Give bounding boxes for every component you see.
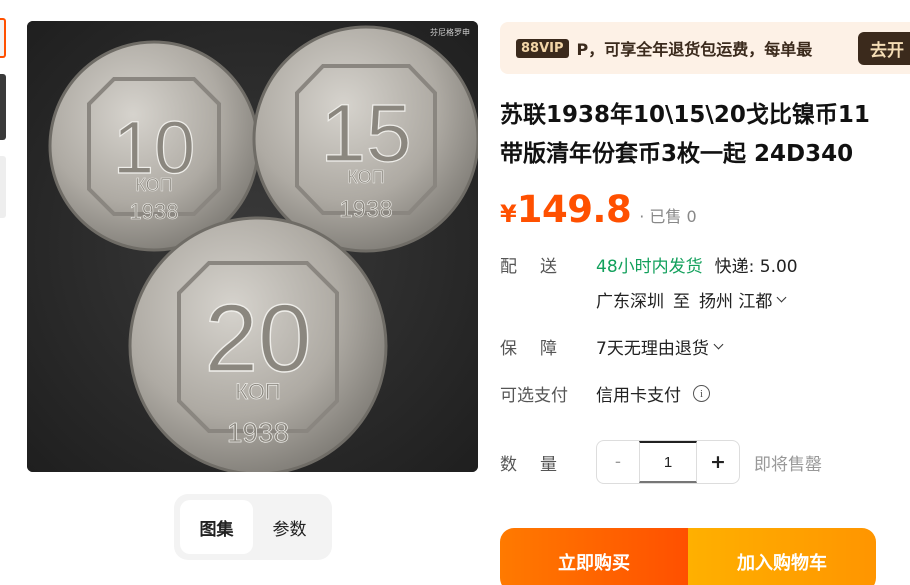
product-page: 10 КОП 1938 15 КОП 1938 20 КОП 1938 芬尼格罗 [0,0,910,585]
vip-banner[interactable]: 88VIP P，可享全年退货包运费，每单最 去开 [500,22,910,74]
ship-destination: 扬州 江都 [699,292,773,312]
payment-value: 信用卡支付 [596,386,681,406]
ship-to-word: 至 [673,292,690,312]
shipping-label: 配送 [500,257,580,277]
stock-status: 即将售罄 [754,454,822,475]
coin-15-denomination: 15 [320,88,411,179]
coin-10-unit: КОП [135,175,172,195]
add-to-cart-button[interactable]: 加入购物车 [688,528,876,585]
gallery-tabs: 图集 参数 [174,494,332,560]
delivery-time: 48小时内发货 [596,257,703,277]
guarantee-value[interactable]: 7天无理由退货 [596,334,709,359]
shipping-row: 配送 48小时内发货 快递: 5.00 [500,252,798,277]
buy-now-button[interactable]: 立即购买 [500,528,688,585]
coin-20-denomination: 20 [205,285,312,392]
price: 149.8 [516,188,632,231]
product-title-line-2: 带版清年份套币3枚一起 24D340 [500,141,854,167]
shipping-fee: 快递: 5.00 [714,257,798,277]
product-title: 苏联1938年10\15\20戈比镍币11 带版清年份套币3枚一起 24D340 [500,96,910,174]
quantity-plus-button[interactable]: + [697,441,739,483]
info-icon[interactable]: i [693,385,710,402]
purchase-buttons: 立即购买 加入购物车 [500,528,876,585]
coins-photo: 10 КОП 1938 15 КОП 1938 20 КОП 1938 [27,21,478,472]
coin-20-unit: КОП [235,379,281,404]
coin-20-kopeks: 20 КОП 1938 [128,216,388,472]
thumbnail-1[interactable] [0,18,6,58]
guarantee-row: 保障 7天无理由退货 [500,334,724,359]
main-product-image[interactable]: 10 КОП 1938 15 КОП 1938 20 КОП 1938 芬尼格罗 [27,21,478,472]
quantity-row: 数量 - + 即将售罄 [500,440,822,484]
shipping-route[interactable]: 广东深圳 至 扬州 江都 [596,287,787,312]
quantity-stepper: - + [596,440,740,484]
chevron-down-icon[interactable] [713,339,724,350]
chevron-down-icon [776,292,787,303]
payment-label: 可选支付 [500,386,568,406]
currency-symbol: ¥ [500,200,517,228]
coin-15-kopeks: 15 КОП 1938 [252,25,478,253]
vip-badge: 88VIP [516,38,569,58]
thumbnail-3[interactable] [0,156,6,218]
sold-count: · 已售 0 [639,207,697,226]
tab-gallery[interactable]: 图集 [180,500,253,554]
coin-10-year: 1938 [130,199,179,224]
price-row: ¥ 149.8 · 已售 0 [500,188,697,231]
quantity-minus-button[interactable]: - [597,441,639,483]
thumbnail-strip [0,18,8,234]
image-watermark: 芬尼格罗申 [430,28,470,37]
coin-10-kopeks: 10 КОП 1938 [48,40,260,252]
coin-15-year: 1938 [339,196,392,223]
vip-open-button[interactable]: 去开 [858,32,910,65]
coin-15-unit: КОП [347,167,384,187]
vip-text: P，可享全年退货包运费，每单最 [576,40,813,59]
quantity-input[interactable] [639,441,697,483]
payment-row: 可选支付 信用卡支付 i [500,381,710,406]
guarantee-label: 保障 [500,339,580,359]
coin-20-year: 1938 [227,417,289,448]
ship-from: 广东深圳 [596,292,664,312]
product-title-line-1: 苏联1938年10\15\20戈比镍币11 [500,102,870,128]
quantity-label: 数量 [500,454,580,475]
tab-params[interactable]: 参数 [253,500,326,554]
thumbnail-2[interactable] [0,74,6,140]
